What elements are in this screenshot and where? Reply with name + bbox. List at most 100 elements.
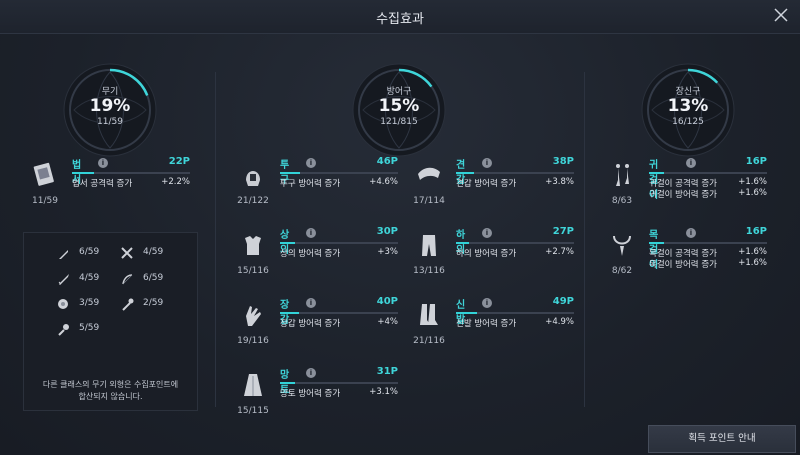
ring-count: 11/59: [97, 117, 123, 127]
info-icon[interactable]: i: [686, 158, 696, 168]
mace-icon: [56, 321, 70, 336]
item-points: 40P: [376, 296, 398, 307]
item-stat-value: +4.6%: [369, 177, 398, 187]
window-title: 수집효과: [376, 12, 424, 27]
item-progress-fill: [280, 312, 299, 314]
item-progress-bar: [72, 172, 190, 174]
item-count: 8/63: [611, 196, 633, 206]
other-weapon-count: 2/59: [143, 298, 164, 308]
other-weapon-count: 6/59: [143, 273, 164, 283]
item-progress-bar: [649, 242, 767, 244]
item-stat-value: +3%: [377, 247, 398, 257]
item-progress-fill: [456, 312, 478, 314]
item-points: 38P: [552, 156, 574, 167]
earring-icon: [607, 160, 637, 190]
item-stat-label: 목걸이 방어력 증가: [649, 260, 717, 270]
cape-icon: [238, 370, 268, 400]
info-icon[interactable]: i: [306, 228, 316, 238]
item-stat-label: 장갑 방어력 증가: [280, 319, 341, 329]
item-progress-fill: [456, 172, 474, 174]
item-stat-label: 하의 방어력 증가: [456, 249, 517, 259]
item-points: 49P: [552, 296, 574, 307]
pants-icon: [414, 230, 444, 260]
ring-count: 121/815: [380, 117, 418, 127]
other-weapons-panel: 6/59 4/59 4/59 6/59 3/59 2/59 5/59 다른 클래스의 무기 …: [23, 232, 198, 411]
crossed-swords-icon: [120, 245, 134, 259]
bow-icon: [120, 271, 134, 285]
item-count: 17/114: [413, 196, 445, 206]
item-progress-fill: [280, 382, 296, 384]
item-progress-fill: [649, 172, 665, 174]
info-icon[interactable]: i: [98, 158, 108, 168]
item-progress-bar: [456, 242, 574, 244]
item-points: 16P: [745, 156, 767, 167]
other-weapon-count: 6/59: [79, 247, 100, 257]
item-stat-value: +3.8%: [545, 177, 574, 187]
item-progress-bar: [280, 312, 398, 314]
item-count: 15/116: [237, 266, 269, 276]
item-progress-fill: [456, 242, 469, 244]
item-count: 8/62: [611, 266, 633, 276]
item-progress-bar: [649, 172, 767, 174]
other-weapon-count: 4/59: [79, 273, 100, 283]
collection-ring: 무기 19% 11/59: [62, 62, 158, 158]
item-stat-value: +1.6%: [738, 247, 767, 257]
orb-icon: [56, 296, 70, 310]
ring-percent: 13%: [667, 96, 709, 116]
item-progress-bar: [280, 172, 398, 174]
item-stat-value: +2.2%: [161, 177, 190, 187]
info-icon[interactable]: i: [482, 298, 492, 308]
collection-ring: 장신구 13% 16/125: [640, 62, 736, 158]
other-weapon-count: 3/59: [79, 298, 100, 308]
sword-icon: [56, 271, 70, 285]
item-progress-fill: [280, 242, 296, 244]
info-icon[interactable]: i: [306, 158, 316, 168]
item-count: 21/116: [413, 336, 445, 346]
close-icon[interactable]: [770, 4, 792, 26]
other-weapons-note: 다른 클래스의 무기 외형은 수집포인트에 합산되지 않습니다.: [24, 379, 197, 403]
gloves-icon: [238, 300, 268, 330]
item-count: 13/116: [413, 266, 445, 276]
chest-armor-icon: [238, 230, 268, 260]
item-stat-value: +1.6%: [738, 177, 767, 187]
item-count: 11/59: [32, 196, 58, 206]
info-icon[interactable]: i: [306, 368, 316, 378]
item-stat-label: 신발 방어력 증가: [456, 319, 517, 329]
item-stat-value: +1.6%: [738, 188, 767, 198]
item-progress-bar: [280, 242, 398, 244]
item-stat-label: 귀걸이 방어력 증가: [649, 190, 717, 200]
item-stat-label: 상의 방어력 증가: [280, 249, 341, 259]
dagger-icon: [56, 245, 70, 259]
helmet-icon: [238, 160, 268, 190]
note-line-1: 다른 클래스의 무기 외형은 수집포인트에: [42, 380, 179, 389]
column-divider: [584, 72, 585, 407]
other-weapon-count: 5/59: [79, 323, 100, 333]
info-icon[interactable]: i: [482, 228, 492, 238]
item-count: 19/116: [237, 336, 269, 346]
item-progress-bar: [456, 312, 574, 314]
staff-icon: [120, 296, 134, 311]
item-stat-label: 견갑 방어력 증가: [456, 179, 517, 189]
item-progress-fill: [72, 172, 95, 174]
info-icon[interactable]: i: [686, 228, 696, 238]
item-stat-value: +1.6%: [738, 258, 767, 268]
spellbook-icon: [30, 160, 60, 190]
item-points: 31P: [376, 366, 398, 377]
info-icon[interactable]: i: [306, 298, 316, 308]
item-points: 27P: [552, 226, 574, 237]
note-line-2: 합산되지 않습니다.: [78, 392, 143, 401]
item-points: 22P: [168, 156, 190, 167]
boots-icon: [414, 300, 444, 330]
point-guide-button[interactable]: 획득 포인트 안내: [648, 425, 796, 453]
item-count: 21/122: [237, 196, 269, 206]
ring-count: 16/125: [672, 117, 704, 127]
item-stat-label: 투구 방어력 증가: [280, 179, 341, 189]
item-stat-value: +3.1%: [369, 387, 398, 397]
info-icon[interactable]: i: [482, 158, 492, 168]
ring-percent: 15%: [378, 96, 420, 116]
collection-ring: 방어구 15% 121/815: [351, 62, 447, 158]
item-points: 16P: [745, 226, 767, 237]
necklace-icon: [607, 230, 637, 260]
item-progress-bar: [456, 172, 574, 174]
pauldron-icon: [414, 160, 444, 190]
